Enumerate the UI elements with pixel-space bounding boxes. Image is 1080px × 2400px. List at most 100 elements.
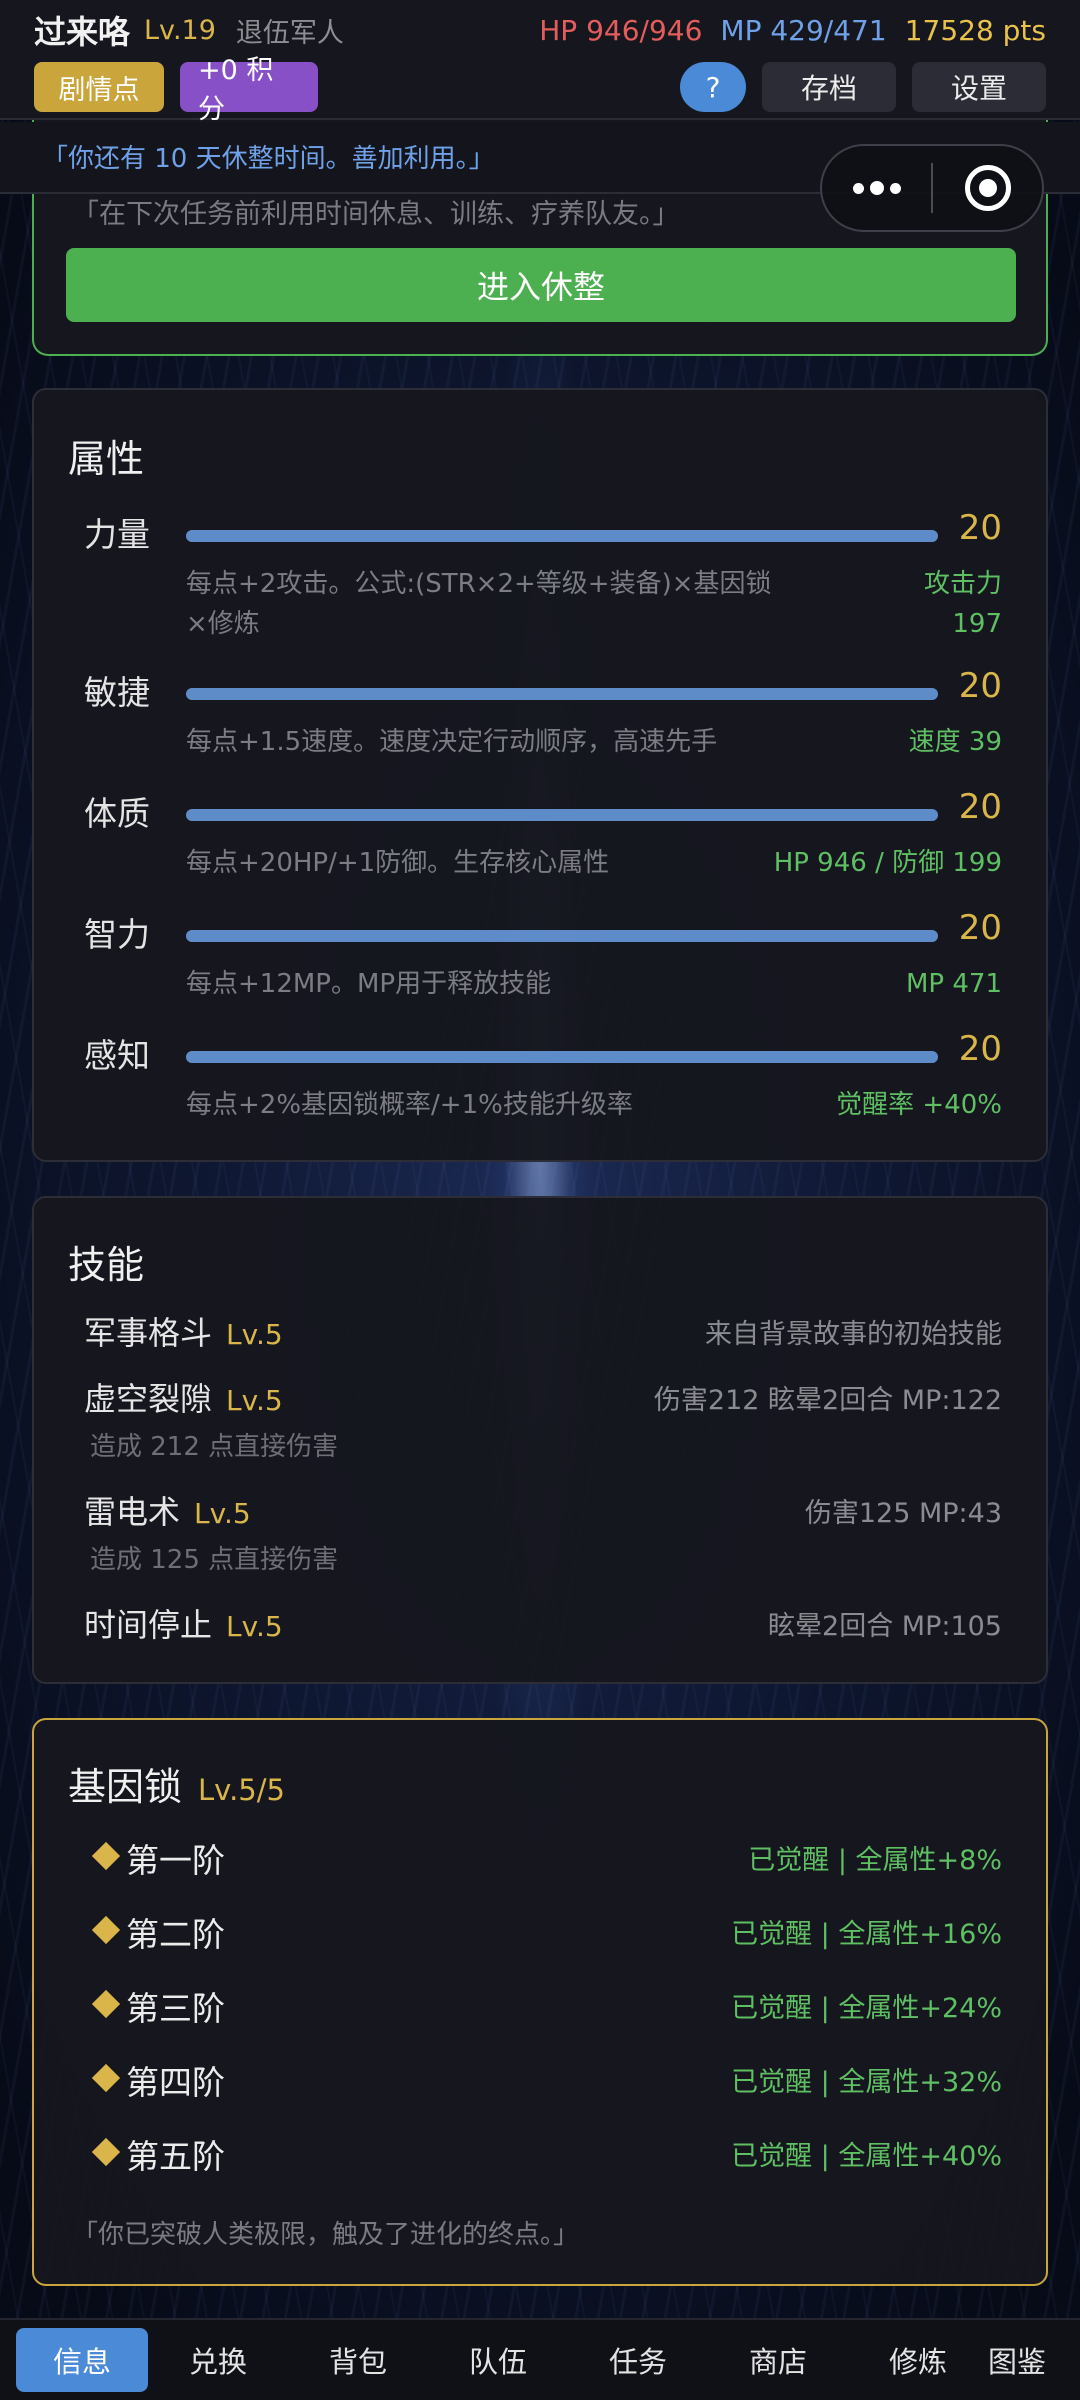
nav-tab-team[interactable]: 队伍 <box>428 2328 568 2392</box>
attribute-description: 每点+2%基因锁概率/+1%技能升级率 <box>186 1090 633 1120</box>
nav-tab-exchange[interactable]: 兑换 <box>148 2328 288 2392</box>
skill-name-text: 虚空裂隙 <box>84 1380 213 1418</box>
tier-name: 第一阶 <box>126 1841 225 1880</box>
plot-points-button[interactable]: 剧情点 <box>34 62 164 112</box>
action-row: 剧情点 +0 积分 ? 存档 设置 <box>34 55 1046 125</box>
save-button[interactable]: 存档 <box>762 62 896 112</box>
diamond-icon <box>91 1915 121 1945</box>
diamond-icon <box>91 1989 121 2019</box>
gene-tier-row: 第三阶 已觉醒 | 全属性+24% <box>34 1980 1050 2030</box>
player-name: 过来咯 <box>34 13 131 51</box>
tier-status: 已觉醒 | 全属性+24% <box>731 1993 1002 2024</box>
skill-level: Lv.5 <box>194 1497 251 1530</box>
attribute-name: 力量 <box>84 515 150 554</box>
attribute-description: 每点+1.5速度。速度决定行动顺序，高速先手 <box>186 727 718 757</box>
player-class: 退伍军人 <box>235 17 344 49</box>
attribute-description: 每点+2攻击。公式:(STR×2+等级+装备)×基因锁×修炼 <box>186 569 772 639</box>
attack-label: 攻击力 <box>923 569 1002 599</box>
skill-info: 伤害125 MP:43 <box>804 1498 1002 1529</box>
skill-name: 虚空裂隙 Lv.5 <box>84 1374 283 1420</box>
top-status-bar: 过来咯 Lv.19 退伍军人 HP 946/946 MP 429/471 175… <box>0 0 1080 125</box>
target-circle-icon[interactable] <box>933 165 1042 211</box>
nav-tab-codex[interactable]: 图鉴 <box>988 2328 1072 2392</box>
nav-tab-shop[interactable]: 商店 <box>708 2328 848 2392</box>
tier-status: 已觉醒 | 全属性+16% <box>731 1919 1002 1950</box>
attribute-bar <box>186 930 938 942</box>
score-button[interactable]: +0 积分 <box>180 55 318 125</box>
gene-lock-title-text: 基因锁 <box>68 1765 183 1809</box>
skill-sub-description: 造成 212 点直接伤害 <box>90 1432 339 1462</box>
hp-readout: HP 946/946 <box>539 13 703 47</box>
tier-name: 第三阶 <box>126 1989 225 2028</box>
top-right-buttons: ? 存档 设置 <box>680 62 1046 112</box>
nav-tab-backpack[interactable]: 背包 <box>288 2328 428 2392</box>
help-button[interactable]: ? <box>680 62 746 112</box>
skill-name: 军事格斗 Lv.5 <box>84 1308 283 1354</box>
attributes-title: 属性 <box>68 437 145 481</box>
skill-name-text: 雷电术 <box>84 1493 181 1531</box>
settings-button[interactable]: 设置 <box>912 62 1046 112</box>
bottom-nav: 信息 兑换 背包 队伍 任务 商店 修炼 图鉴 <box>0 2318 1080 2400</box>
gene-tier-row: 第一阶 已觉醒 | 全属性+8% <box>34 1832 1050 1882</box>
nav-tab-training[interactable]: 修炼 <box>848 2328 988 2392</box>
skills-card: 技能 军事格斗 Lv.5 来自背景故事的初始技能 虚空裂隙 Lv.5 伤害212 眩… <box>32 1196 1048 1684</box>
attribute-effect: 觉醒率 +40% <box>836 1090 1002 1120</box>
rest-quote: 「在下次任务前利用时间休息、训练、疗养队友。」 <box>72 199 680 230</box>
skill-level: Lv.5 <box>226 1318 283 1351</box>
attribute-effect: MP 471 <box>905 969 1002 999</box>
tier-status: 已觉醒 | 全属性+8% <box>748 1845 1002 1876</box>
attribute-bar <box>186 688 938 700</box>
attribute-effect: 速度 39 <box>908 727 1002 757</box>
attribute-name: 敏捷 <box>84 673 150 712</box>
skill-name-text: 时间停止 <box>84 1606 213 1644</box>
more-dots-icon[interactable] <box>822 181 931 195</box>
attribute-bar <box>186 1051 938 1063</box>
points-readout: 17528 pts <box>904 13 1046 47</box>
skill-level: Lv.5 <box>226 1384 283 1417</box>
attribute-bar <box>186 530 938 542</box>
skill-info: 眩晕2回合 MP:105 <box>768 1611 1002 1642</box>
attribute-effect: HP 946 / 防御 199 <box>773 848 1002 878</box>
gene-lock-quote: 「你已突破人类极限，触及了进化的终点。」 <box>72 2220 580 2250</box>
enter-rest-button[interactable]: 进入休整 <box>66 248 1016 322</box>
skill-name: 时间停止 Lv.5 <box>84 1600 283 1646</box>
tier-name: 第四阶 <box>126 2063 225 2102</box>
skill-info: 伤害212 眩晕2回合 MP:122 <box>653 1385 1002 1416</box>
skill-sub-description: 造成 125 点直接伤害 <box>90 1545 339 1575</box>
notice-text: 「你还有 10 天休整时间。善加利用。」 <box>42 144 495 174</box>
attribute-value: 20 <box>958 666 1002 706</box>
attribute-bar <box>186 809 938 821</box>
player-level: Lv.19 <box>144 14 216 46</box>
attribute-effect: 攻击力 197 <box>924 564 1002 644</box>
attribute-value: 20 <box>958 787 1002 827</box>
gene-lock-level: Lv.5/5 <box>198 1773 285 1807</box>
attack-value: 197 <box>952 609 1002 639</box>
diamond-icon <box>91 1841 121 1871</box>
gene-tier-row: 第二阶 已觉醒 | 全属性+16% <box>34 1906 1050 1956</box>
attribute-description: 每点+20HP/+1防御。生存核心属性 <box>186 848 610 878</box>
gene-lock-card: 基因锁 Lv.5/5 第一阶 已觉醒 | 全属性+8% 第二阶 已觉醒 | 全属性… <box>32 1718 1048 2286</box>
nav-tab-info[interactable]: 信息 <box>16 2328 148 2392</box>
skill-name-text: 军事格斗 <box>84 1314 213 1352</box>
tier-status: 已觉醒 | 全属性+40% <box>731 2141 1002 2172</box>
attribute-name: 体质 <box>84 794 150 833</box>
mp-readout: MP 429/471 <box>720 13 887 47</box>
attributes-card: 属性 力量 20 每点+2攻击。公式:(STR×2+等级+装备)×基因锁×修炼 … <box>32 388 1048 1162</box>
tier-name: 第五阶 <box>126 2137 225 2176</box>
tier-name: 第二阶 <box>126 1915 225 1954</box>
attribute-name: 感知 <box>84 1036 150 1075</box>
gene-tier-row: 第五阶 已觉醒 | 全属性+40% <box>34 2128 1050 2178</box>
gene-lock-title: 基因锁 Lv.5/5 <box>68 1756 285 1811</box>
attribute-value: 20 <box>958 908 1002 948</box>
skills-title: 技能 <box>68 1243 145 1287</box>
nav-tab-quest[interactable]: 任务 <box>568 2328 708 2392</box>
attribute-description: 每点+12MP。MP用于释放技能 <box>186 969 552 999</box>
diamond-icon <box>91 2063 121 2093</box>
skill-info: 来自背景故事的初始技能 <box>705 1319 1002 1350</box>
miniprogram-capsule <box>820 144 1044 232</box>
gene-tier-row: 第四阶 已觉醒 | 全属性+32% <box>34 2054 1050 2104</box>
skill-level: Lv.5 <box>226 1610 283 1643</box>
attribute-name: 智力 <box>84 915 150 954</box>
skill-name: 雷电术 Lv.5 <box>84 1487 251 1533</box>
diamond-icon <box>91 2137 121 2167</box>
